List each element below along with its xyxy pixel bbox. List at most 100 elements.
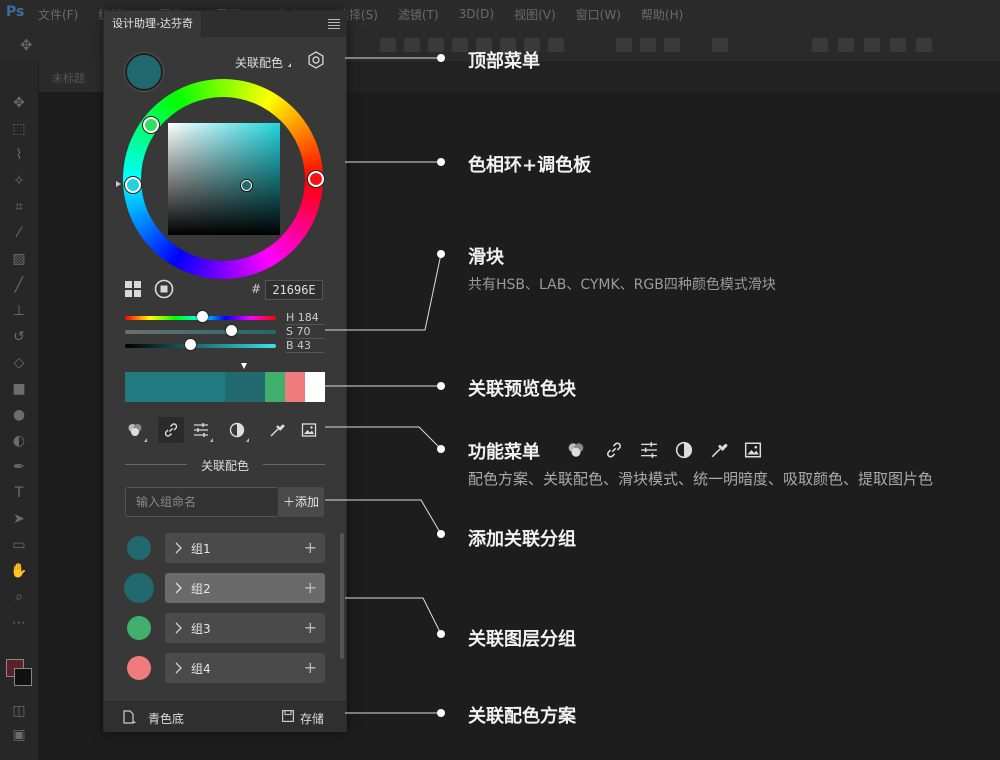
history-brush-tool-icon[interactable]: ↺ — [10, 328, 28, 346]
menu-filter[interactable]: 滤镜(T) — [398, 6, 439, 23]
hue-value[interactable]: H 184 — [286, 311, 324, 325]
panel-menu-icon[interactable] — [328, 17, 340, 29]
path-select-tool-icon[interactable]: ➤ — [10, 510, 28, 528]
saturation-brightness-handle[interactable] — [241, 180, 252, 191]
menu-file[interactable]: 文件(F) — [38, 6, 78, 23]
3d-roll-icon[interactable] — [838, 38, 854, 52]
quick-mask-icon[interactable]: ◫ — [10, 702, 28, 720]
menu-help[interactable]: 帮助(H) — [641, 6, 683, 23]
color-scheme-button[interactable] — [122, 417, 148, 443]
current-color-swatch[interactable] — [125, 53, 163, 91]
brightness-value[interactable]: B 43 — [286, 339, 324, 353]
zoom-tool-icon[interactable]: ⌕ — [10, 588, 28, 606]
group-color-dot[interactable] — [127, 536, 151, 560]
dodge-tool-icon[interactable]: ◐ — [10, 432, 28, 450]
align-icon[interactable] — [404, 38, 420, 52]
distribute-icon[interactable] — [616, 38, 632, 52]
menu-3d[interactable]: 3D(D) — [459, 7, 494, 21]
preview-color-segment[interactable] — [305, 372, 325, 402]
background-color-swatch[interactable] — [14, 668, 32, 686]
group-row[interactable]: 组1 + — [125, 533, 325, 563]
stop-circle-icon[interactable] — [154, 279, 174, 299]
grid-icon[interactable] — [125, 281, 141, 297]
group-list-scrollbar[interactable] — [340, 533, 344, 659]
group-row[interactable]: 组4 + — [125, 653, 325, 683]
panel-tab-title[interactable]: 设计助理-达芬奇 — [104, 11, 202, 37]
document-icon[interactable] — [122, 710, 136, 724]
brightness-slider-track[interactable] — [125, 344, 276, 348]
3d-mode-icon[interactable] — [712, 38, 728, 52]
align-icon[interactable] — [548, 38, 564, 52]
eraser-tool-icon[interactable]: ◇ — [10, 354, 28, 372]
align-icon[interactable] — [380, 38, 396, 52]
saturation-brightness-square[interactable] — [168, 123, 280, 235]
group-bar[interactable]: 组1 + — [165, 533, 325, 563]
blur-tool-icon[interactable]: ● — [10, 406, 28, 424]
brightness-slider-thumb[interactable] — [184, 339, 196, 350]
extract-image-color-button[interactable] — [296, 417, 322, 443]
saturation-slider-track[interactable] — [125, 330, 276, 334]
group-row[interactable]: 组2 + — [124, 573, 325, 603]
plus-icon[interactable]: + — [304, 658, 317, 677]
related-color-preview[interactable] — [125, 372, 325, 402]
hue-handle-cyan[interactable] — [125, 177, 141, 193]
chevron-right-icon[interactable] — [175, 542, 183, 554]
magic-wand-tool-icon[interactable]: ✧ — [10, 172, 28, 190]
group-color-dot[interactable] — [127, 656, 151, 680]
3d-orbit-icon[interactable] — [812, 38, 828, 52]
plus-icon[interactable]: + — [304, 538, 317, 557]
plus-icon[interactable]: + — [304, 618, 317, 637]
type-tool-icon[interactable]: T — [10, 484, 28, 502]
hand-tool-icon[interactable]: ✋ — [10, 562, 28, 580]
slider-mode-button[interactable] — [188, 417, 214, 443]
3d-slide-icon[interactable] — [890, 38, 906, 52]
eyedropper-tool-icon[interactable]: ⁄ — [10, 224, 28, 242]
chevron-right-icon[interactable] — [175, 622, 183, 634]
group-color-dot[interactable] — [127, 616, 151, 640]
more-tools-icon[interactable]: ⋯ — [10, 614, 28, 632]
align-icon[interactable] — [428, 38, 444, 52]
3d-scale-icon[interactable] — [916, 38, 932, 52]
stamp-tool-icon[interactable]: ⊥ — [10, 302, 28, 320]
move-tool-icon[interactable]: ✥ — [10, 94, 28, 112]
chevron-right-icon[interactable] — [175, 662, 183, 674]
healing-tool-icon[interactable]: ▨ — [10, 250, 28, 268]
hue-slider-thumb[interactable] — [197, 311, 209, 322]
gradient-tool-icon[interactable]: ■ — [10, 380, 28, 398]
preview-color-segment[interactable] — [285, 372, 305, 402]
hue-handle-green[interactable] — [143, 117, 159, 133]
preview-color-segment[interactable] — [265, 372, 285, 402]
pick-color-button[interactable] — [264, 417, 290, 443]
plus-icon[interactable]: + — [304, 578, 317, 597]
marquee-tool-icon[interactable]: ⬚ — [10, 120, 28, 138]
color-scheme-name[interactable]: 青色底 — [148, 710, 184, 727]
3d-pan-icon[interactable] — [864, 38, 880, 52]
hue-handle-red[interactable] — [308, 171, 324, 187]
hex-input[interactable]: 21696E — [265, 280, 323, 300]
group-bar[interactable]: 组2 + — [165, 573, 325, 603]
group-name-input[interactable]: 输入组命名 — [125, 487, 279, 517]
move-tool-icon[interactable]: ✥ — [20, 36, 33, 54]
align-icon[interactable] — [452, 38, 468, 52]
add-group-button[interactable]: ＋添加 — [278, 487, 324, 517]
unify-brightness-button[interactable] — [224, 417, 250, 443]
distribute-icon[interactable] — [664, 38, 680, 52]
menu-window[interactable]: 窗口(W) — [576, 6, 621, 23]
chevron-right-icon[interactable] — [175, 582, 183, 594]
lasso-tool-icon[interactable]: ⌇ — [10, 146, 28, 164]
crop-tool-icon[interactable]: ⌗ — [10, 198, 28, 216]
preview-color-segment[interactable] — [125, 372, 225, 402]
save-button[interactable]: 存储 — [300, 710, 324, 727]
group-bar[interactable]: 组4 + — [165, 653, 325, 683]
group-row[interactable]: 组3 + — [125, 613, 325, 643]
distribute-icon[interactable] — [640, 38, 656, 52]
pen-tool-icon[interactable]: ✒ — [10, 458, 28, 476]
screen-mode-icon[interactable]: ▣ — [10, 726, 28, 744]
brush-tool-icon[interactable]: ╱ — [10, 276, 28, 294]
shape-tool-icon[interactable]: ▭ — [10, 536, 28, 554]
gear-icon[interactable] — [307, 51, 325, 69]
saturation-slider-thumb[interactable] — [225, 325, 237, 336]
preview-color-segment[interactable] — [225, 372, 265, 402]
color-mode-dropdown[interactable]: 关联配色 — [235, 54, 283, 71]
saturation-value[interactable]: S 70 — [286, 325, 324, 339]
